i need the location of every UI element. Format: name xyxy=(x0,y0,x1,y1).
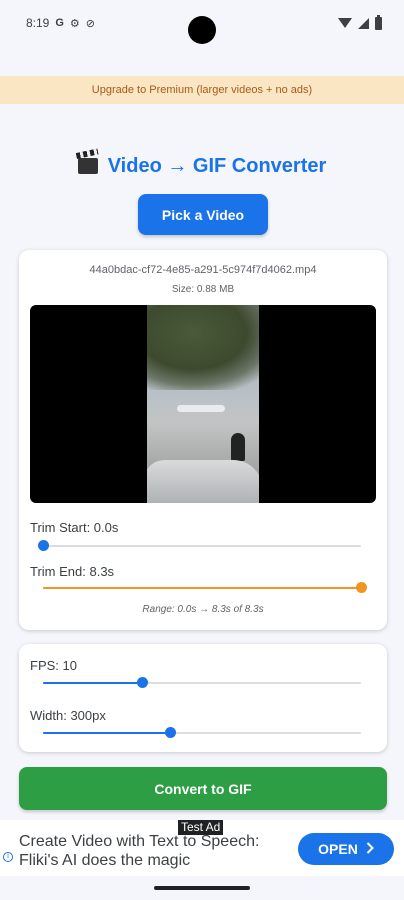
car-shape xyxy=(147,460,259,503)
trim-start-slider[interactable] xyxy=(38,540,361,551)
wifi-icon xyxy=(338,18,352,28)
home-indicator[interactable] xyxy=(154,886,250,890)
battery-icon xyxy=(375,14,382,30)
page-title-text: Video → GIF Converter xyxy=(107,154,327,177)
trim-end-thumb[interactable] xyxy=(356,582,367,593)
status-time: 8:19 xyxy=(26,16,50,30)
trim-end-slider[interactable] xyxy=(43,582,367,593)
range-summary: Range: 0.0s → 8.3s of 8.3s xyxy=(142,604,264,615)
fps-slider[interactable] xyxy=(43,677,361,688)
ad-banner[interactable]: Test Ad i Create Video with Text to Spee… xyxy=(0,820,404,876)
trim-start-label: Trim Start: 0.0s xyxy=(30,520,119,535)
front-camera xyxy=(188,16,216,44)
ad-text[interactable]: Create Video with Text to Speech: Fliki'… xyxy=(19,832,289,870)
pick-video-button[interactable]: Pick a Video xyxy=(138,194,268,235)
width-slider[interactable] xyxy=(43,727,361,738)
video-preview[interactable] xyxy=(30,305,376,503)
premium-banner-text: Upgrade to Premium (larger videos + no a… xyxy=(91,84,313,96)
trim-start-thumb[interactable] xyxy=(38,540,49,551)
settings-card: FPS: 10 Width: 300px xyxy=(19,644,387,752)
signal-icon xyxy=(358,17,369,29)
file-name: 44a0bdac-cf72-4e85-a291-5c974f7d4062.mp4 xyxy=(89,264,317,276)
status-right xyxy=(338,14,382,30)
airplane-shape xyxy=(177,405,225,412)
clapperboard-icon xyxy=(77,158,98,174)
fps-fill xyxy=(43,682,142,684)
trim-end-fill xyxy=(43,587,361,589)
fps-label: FPS: 10 xyxy=(30,658,77,673)
width-thumb[interactable] xyxy=(165,727,177,738)
file-size: Size: 0.88 MB xyxy=(171,284,235,295)
width-label: Width: 300px xyxy=(30,708,106,723)
ad-open-label: OPEN xyxy=(318,841,358,857)
fps-thumb[interactable] xyxy=(136,677,148,688)
settings-icon: ⚙ xyxy=(69,17,80,30)
trim-end-label: Trim End: 8.3s xyxy=(30,564,115,579)
width-fill xyxy=(43,732,171,734)
video-frame-image xyxy=(147,305,259,503)
blocked-icon: ⊘ xyxy=(85,17,96,30)
person-shape xyxy=(231,433,245,461)
ad-open-button[interactable]: OPEN xyxy=(298,833,394,865)
tree-shape xyxy=(147,305,259,390)
chevron-right-icon xyxy=(366,841,374,857)
page-title: Video → GIF Converter xyxy=(0,152,404,180)
ad-info-icon[interactable]: i xyxy=(3,852,13,862)
google-icon: G xyxy=(55,17,64,29)
premium-banner[interactable]: Upgrade to Premium (larger videos + no a… xyxy=(0,76,404,104)
video-card: 44a0bdac-cf72-4e85-a291-5c974f7d4062.mp4… xyxy=(19,250,387,630)
convert-to-gif-button[interactable]: Convert to GIF xyxy=(19,767,387,810)
status-left: 8:19 G ⚙ ⊘ xyxy=(26,16,95,30)
